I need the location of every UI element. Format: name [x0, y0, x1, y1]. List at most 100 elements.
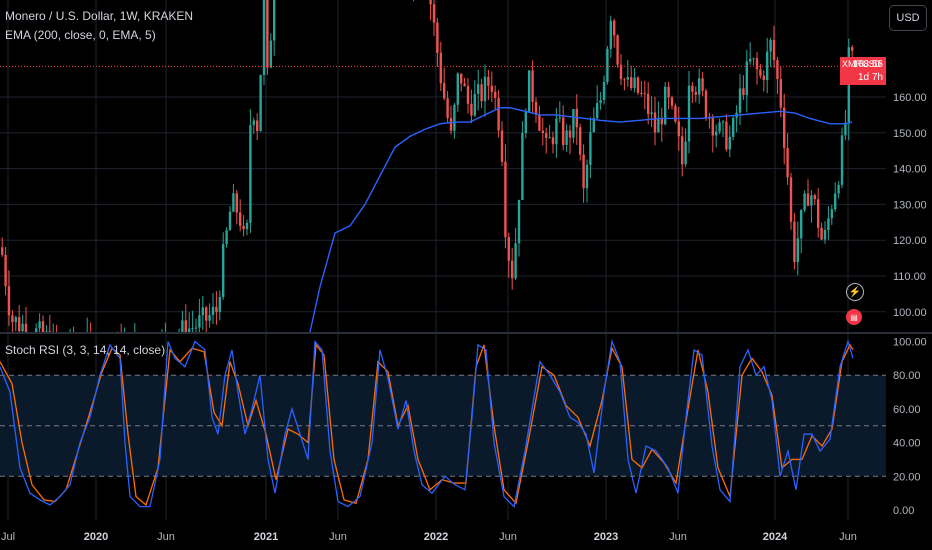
price-tick-label: 120.00	[893, 235, 927, 247]
candle-body	[749, 58, 752, 62]
candle-body	[14, 317, 17, 323]
candle-body	[579, 127, 582, 155]
price-tick-label: 150.00	[893, 128, 927, 140]
candle-body	[453, 104, 456, 131]
candle-body	[721, 121, 725, 123]
candle-body	[273, 0, 276, 41]
candle-body	[218, 297, 221, 312]
candle-body	[551, 137, 555, 145]
candle-body	[844, 122, 847, 136]
symbol-legend[interactable]: Monero / U.S. Dollar, 1W, KRAKEN	[5, 9, 193, 23]
chart-canvas[interactable]: 100.00 110.00 120.00 130.00 140.00 150.00 160.…	[0, 0, 932, 550]
candle-body	[562, 117, 565, 145]
time-tick-label: 2023	[594, 531, 618, 543]
candle-body	[789, 177, 793, 222]
candle-body	[548, 137, 551, 139]
candle-body	[463, 83, 466, 87]
candle-body	[704, 90, 708, 118]
stoch-legend[interactable]: Stoch RSI (3, 3, 14, 14, close)	[5, 343, 165, 357]
price-tick-label: 110.00	[893, 271, 926, 283]
candle-body	[222, 244, 225, 298]
candle-body	[232, 193, 235, 212]
ema-legend[interactable]: EMA (200, close, 0, EMA, 5)	[5, 28, 156, 42]
candle-body	[851, 47, 854, 51]
candle-body	[538, 114, 541, 131]
candle-body	[701, 78, 704, 91]
candle-body	[630, 77, 633, 89]
candle-body	[266, 0, 269, 68]
candle-body	[18, 317, 21, 332]
candle-body	[208, 314, 211, 321]
candle-body	[470, 103, 473, 116]
time-tick-label: 2020	[84, 531, 108, 543]
candle-body	[677, 121, 680, 137]
candle-body	[820, 227, 823, 240]
candle-body	[449, 118, 453, 131]
candle-body	[32, 340, 34, 341]
candle-body	[779, 79, 782, 108]
candle-body	[534, 101, 538, 115]
flag-icon[interactable]: ▤	[846, 309, 862, 325]
time-tick-label: Jun	[839, 531, 857, 543]
stoch-axis[interactable]: 0.00 20.00 40.00 60.00 80.00 100.00	[893, 337, 927, 518]
candle-body	[194, 327, 198, 329]
candle-body	[684, 141, 687, 165]
candle-body	[198, 315, 201, 328]
candle-body	[827, 218, 830, 231]
candle-body	[636, 77, 640, 93]
candle-body	[640, 92, 643, 94]
candle-body	[599, 100, 602, 104]
candle-body	[633, 77, 636, 89]
candle-body	[460, 73, 463, 84]
candle-body	[681, 136, 684, 165]
candle-body	[650, 112, 653, 115]
candle-body	[473, 93, 476, 116]
candle-body	[606, 48, 609, 83]
candle-body	[225, 230, 228, 245]
candle-body	[517, 199, 521, 244]
price-tag-countdown: 1d 7h	[857, 72, 883, 83]
candle-body	[487, 76, 490, 86]
candle-body	[568, 130, 572, 138]
time-axis[interactable]: Jul 2020 Jun 2021 Jun 2022 Jun 2023 Jun 2024 Jun	[1, 531, 857, 543]
candle-body	[439, 52, 442, 84]
candle-body	[585, 164, 589, 189]
time-tick-label: Jun	[329, 531, 347, 543]
candle-body	[436, 22, 439, 53]
candle-body	[443, 83, 446, 99]
candle-body	[235, 193, 238, 213]
candle-body	[619, 64, 623, 80]
candle-body	[776, 60, 779, 80]
price-tick-label: 130.00	[893, 199, 927, 211]
candle-body	[531, 70, 534, 102]
candle-body	[711, 118, 714, 136]
candle-body	[245, 222, 249, 230]
candle-body	[647, 93, 650, 115]
candle-body	[660, 119, 663, 125]
candle-body	[38, 321, 41, 329]
lightning-icon[interactable]: ⚡	[846, 283, 864, 301]
candle-body	[725, 121, 728, 150]
candles	[1, 0, 854, 341]
price-axis[interactable]: 100.00 110.00 120.00 130.00 140.00 150.00 160.…	[893, 92, 927, 319]
candle-body	[249, 125, 252, 223]
candle-body	[494, 91, 497, 98]
candle-body	[35, 328, 38, 332]
candle-body	[524, 111, 527, 133]
candle-body	[830, 209, 833, 219]
candle-body	[558, 117, 561, 119]
stoch-tick-label: 100.00	[893, 337, 927, 349]
candle-body	[191, 328, 194, 330]
candle-body	[565, 130, 568, 145]
candle-body	[215, 306, 218, 312]
candle-body	[89, 334, 91, 340]
candle-body	[613, 20, 616, 36]
candle-body	[178, 335, 180, 341]
candle-body	[211, 306, 215, 315]
candle-body	[837, 184, 840, 194]
price-tick-label: 160.00	[893, 92, 927, 104]
candle-body	[497, 97, 500, 131]
candle-body	[718, 122, 721, 132]
currency-button[interactable]: USD	[889, 5, 927, 31]
candle-body	[262, 0, 266, 76]
